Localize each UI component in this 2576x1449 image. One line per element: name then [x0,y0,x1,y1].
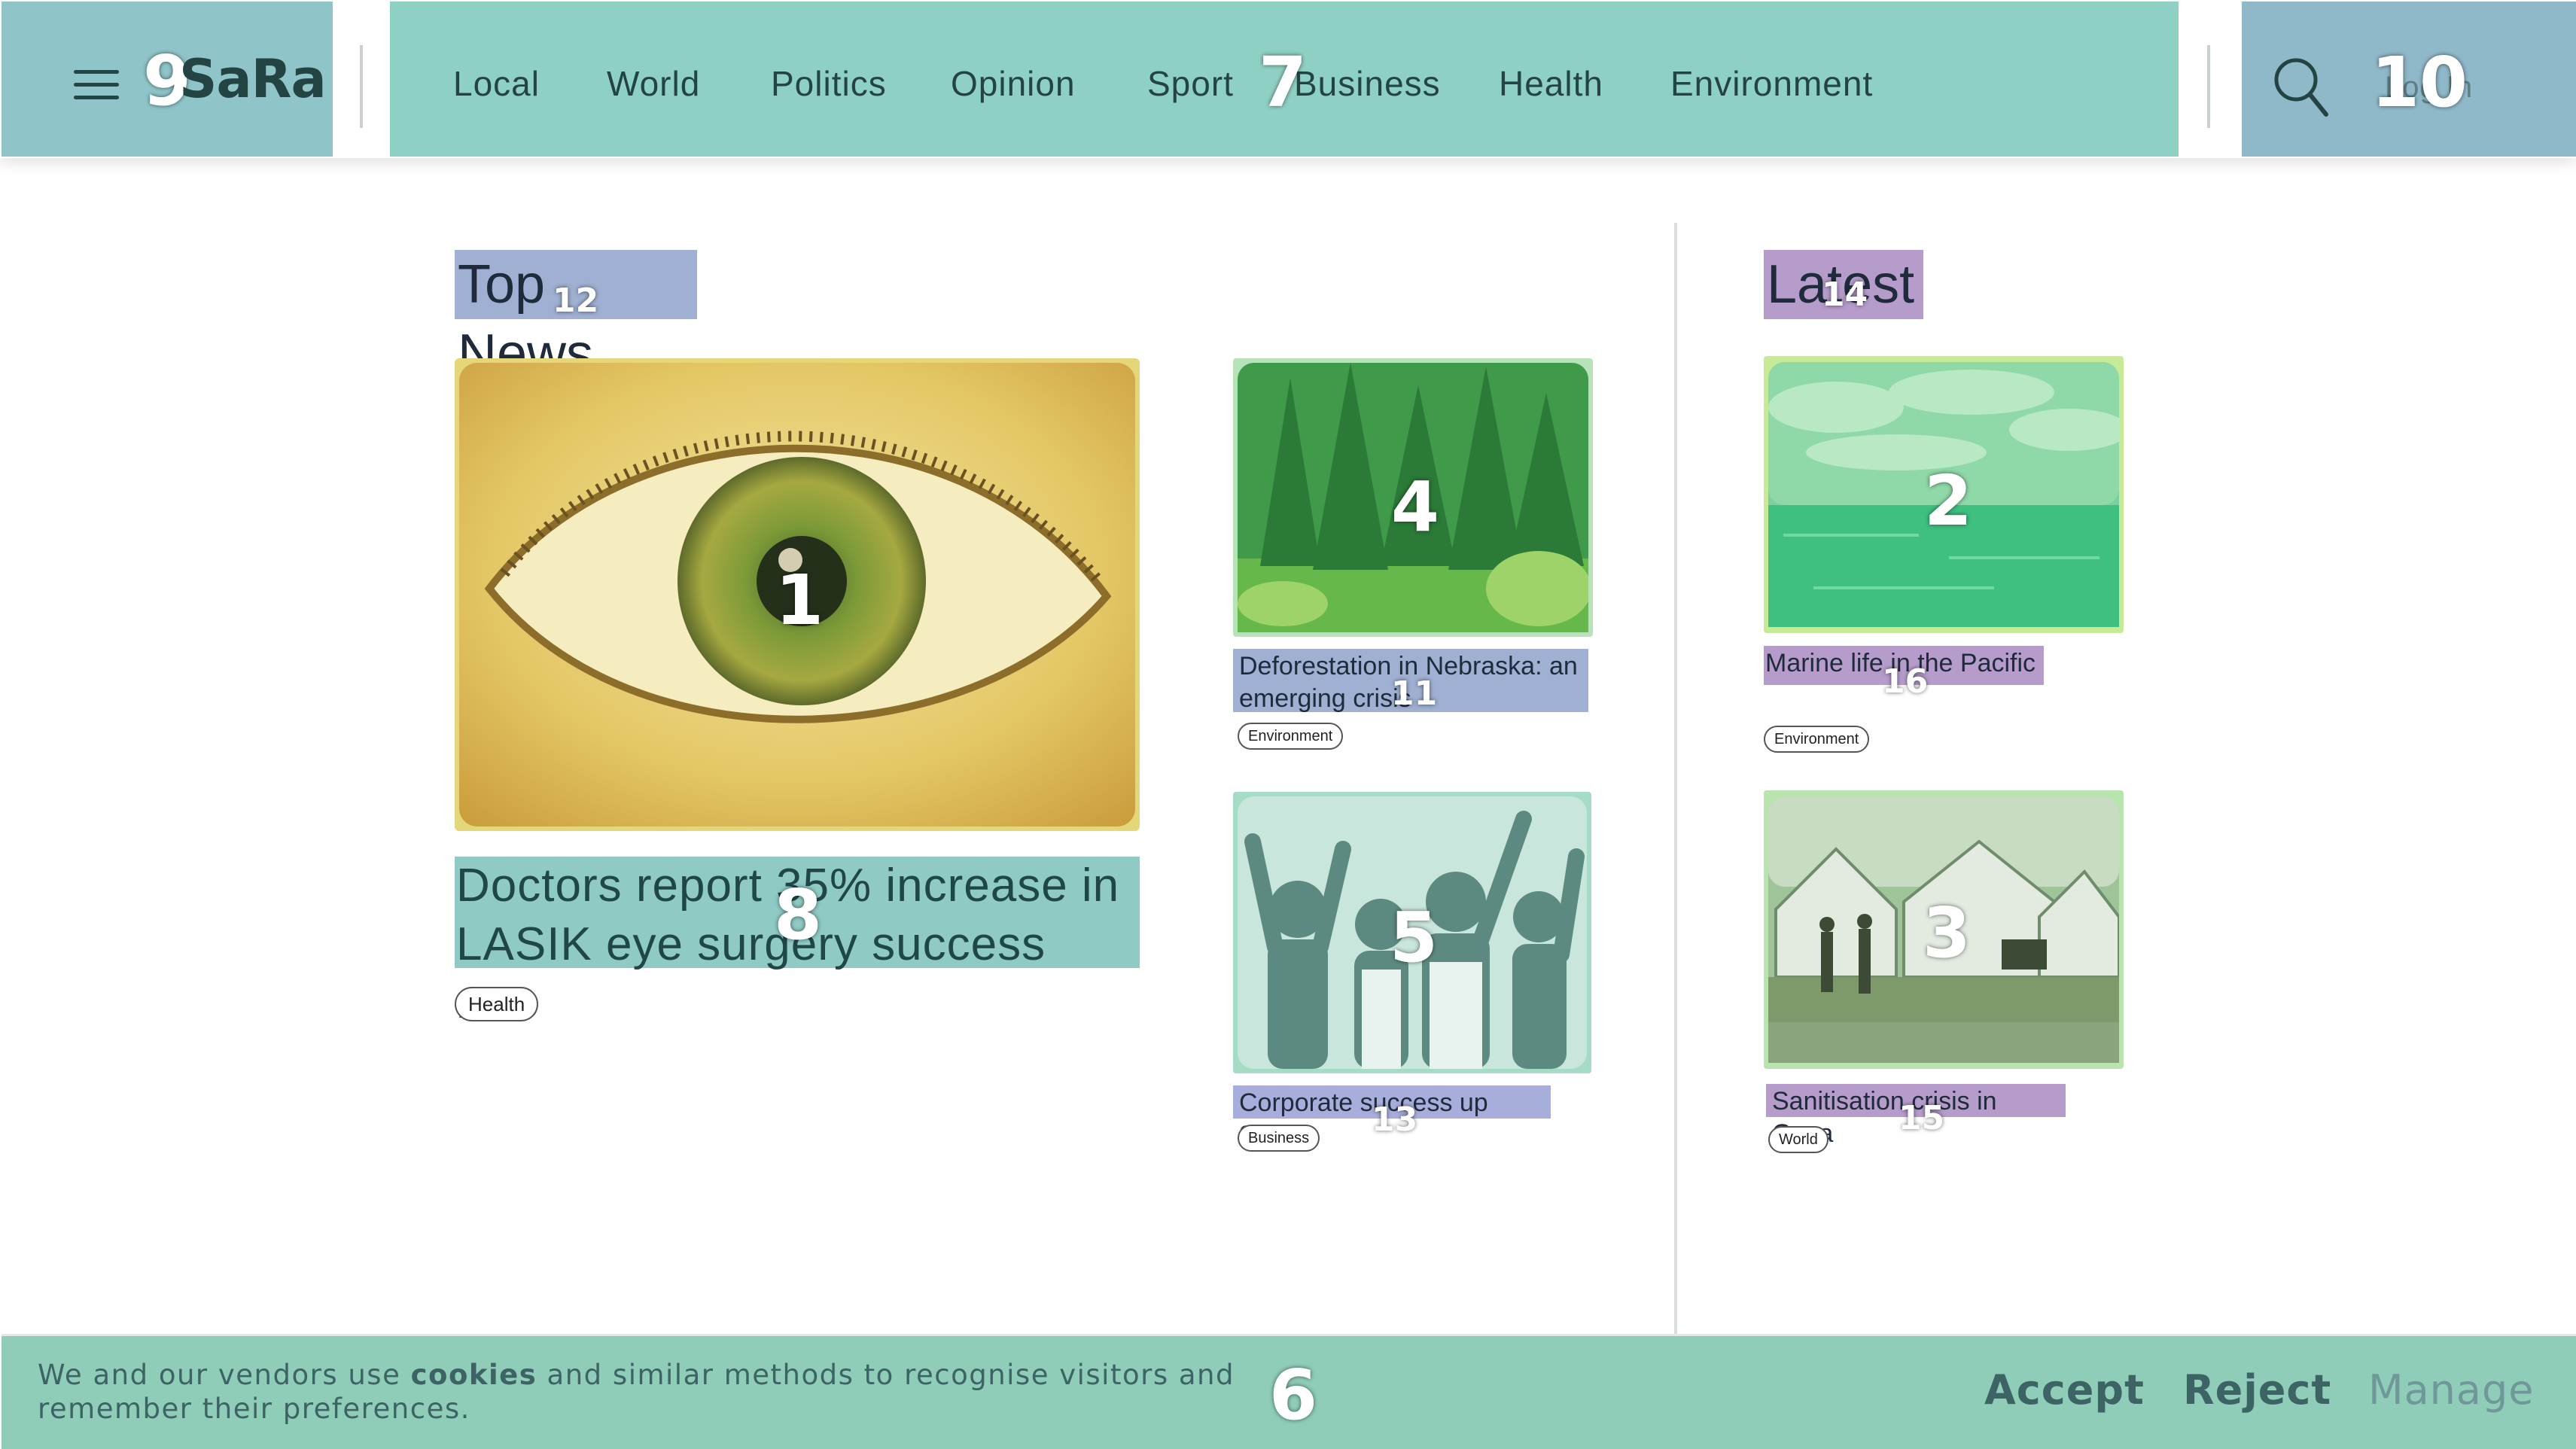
category-tag[interactable]: Business [1238,1125,1320,1152]
category-tag[interactable]: Environment [1238,723,1344,750]
marker-label: 3 [1923,893,1972,973]
nav-item-local[interactable]: Local [453,66,540,101]
marker-label: 8 [774,875,823,955]
category-tag[interactable]: Health [455,987,539,1021]
search-icon[interactable] [2272,56,2329,117]
nav-item-business[interactable]: Business [1294,66,1441,101]
marker-label: 12 [553,282,599,320]
marker-label: 6 [1269,1355,1318,1435]
column-divider [1674,223,1677,1337]
marker-label: 1 [775,560,824,641]
marker-label: 10 [2371,42,2468,123]
header-divider [360,45,363,128]
nav-item-world[interactable]: World [607,66,700,101]
marker-label: 15 [1899,1099,1945,1137]
cookie-accept-button[interactable]: Accept [1984,1370,2145,1411]
header-divider [2207,45,2210,128]
nav-item-sport[interactable]: Sport [1147,66,1234,101]
nav-item-opinion[interactable]: Opinion [951,66,1076,101]
cookie-message-text: We and our vendors use [38,1359,411,1391]
cookie-manage-button[interactable]: Manage [2368,1370,2535,1411]
site-logo[interactable]: SaRa [179,53,327,105]
cookie-message-bold: cookies [410,1359,537,1391]
marker-label: 7 [1259,42,1308,123]
marker-label: 13 [1372,1100,1418,1139]
marker-label: 4 [1391,467,1440,547]
marker-label: 16 [1882,662,1929,701]
marker-label: 14 [1822,275,1868,314]
nav-item-politics[interactable]: Politics [771,66,887,101]
category-tag[interactable]: Environment [1764,726,1870,753]
nav-item-environment[interactable]: Environment [1670,66,1873,101]
nav-item-health[interactable]: Health [1499,66,1603,101]
marker-label: 5 [1390,897,1439,978]
category-tag[interactable]: World [1768,1126,1828,1153]
marker-label: 2 [1924,461,1973,541]
site-header: 9 SaRa Local World Politics Opinion Spor… [0,0,2576,158]
marker-label: 11 [1391,674,1438,713]
cookie-reject-button[interactable]: Reject [2183,1370,2331,1411]
hamburger-menu-icon[interactable] [74,70,119,100]
news-homepage: 9 SaRa Local World Politics Opinion Spor… [0,0,2576,1449]
cookie-message: We and our vendors use cookies and simil… [38,1358,1257,1426]
